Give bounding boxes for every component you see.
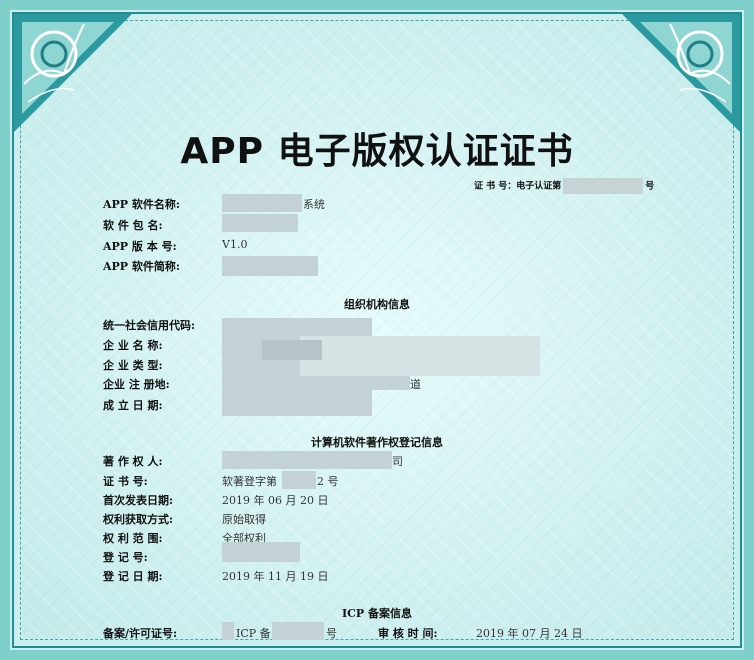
- redacted-block: [282, 471, 316, 489]
- package-name-label: 软 件 包 名:: [103, 219, 163, 232]
- redacted-block: [563, 178, 644, 194]
- registration-no-label: 登 记 号:: [103, 551, 148, 564]
- app-name-label: APP 软件名称:: [103, 198, 180, 211]
- registration-date-label: 登 记 日 期:: [103, 570, 163, 583]
- license-prefix: ICP 备: [236, 627, 271, 640]
- short-name-label: APP 软件简称:: [103, 260, 180, 273]
- review-time-label: 审 核 时 间:: [378, 627, 438, 640]
- corner-ornament-icon: [14, 14, 132, 132]
- corner-ornament-icon: [622, 14, 740, 132]
- rights-scope-label: 权 利 范 围:: [103, 532, 163, 545]
- redacted-block: [262, 340, 322, 360]
- redacted-block: [300, 336, 540, 376]
- version-value: V1.0: [222, 238, 248, 251]
- org-section-heading: 组织机构信息: [344, 298, 410, 311]
- copyright-certno-prefix: 软著登字第: [222, 475, 277, 488]
- founded-date-label: 成 立 日 期:: [103, 399, 163, 412]
- redacted-block: [222, 194, 302, 212]
- redacted-block: [272, 622, 324, 640]
- license-suffix: 号: [326, 627, 337, 640]
- acquire-method-value: 原始取得: [222, 513, 266, 526]
- company-name-label: 企 业 名 称:: [103, 339, 163, 352]
- certificate-title: APP 电子版权认证证书: [180, 131, 574, 172]
- copyright-certno-label: 证 书 号:: [103, 475, 148, 488]
- owner-fragment: 司: [392, 455, 403, 468]
- certificate-number: 证 书 号：电子认证第 号: [474, 178, 654, 194]
- first-publish-value: 2019 年 06 月 20 日: [222, 494, 329, 507]
- company-type-label: 企 业 类 型:: [103, 359, 163, 372]
- cert-number-prefix: 证 书 号：电子认证第: [474, 181, 562, 192]
- registration-date-value: 2019 年 11 月 19 日: [222, 570, 329, 583]
- credit-code-label: 统一社会信用代码:: [103, 319, 196, 332]
- license-no-label: 备案/许可证号:: [103, 627, 178, 640]
- cert-number-suffix: 号: [645, 181, 655, 192]
- redacted-block: [222, 622, 234, 640]
- copyright-section-heading: 计算机软件著作权登记信息: [311, 436, 443, 449]
- certificate: APP 电子版权认证证书 证 书 号：电子认证第号 APP 软件名称: 系统 软…: [0, 0, 754, 660]
- redacted-block: [300, 376, 410, 390]
- review-time-value: 2019 年 07 月 24 日: [476, 627, 583, 640]
- address-fragment: 道: [410, 378, 421, 391]
- first-publish-label: 首次发表日期:: [103, 494, 174, 507]
- acquire-method-label: 权利获取方式:: [103, 513, 174, 526]
- redacted-block: [222, 451, 392, 469]
- owner-label: 著 作 权 人:: [103, 455, 163, 468]
- redacted-block: [222, 214, 298, 232]
- app-name-value: 系统: [303, 198, 325, 211]
- icp-section-heading: ICP 备案信息: [341, 607, 412, 620]
- company-address-label: 企业 注 册地:: [103, 378, 170, 391]
- redacted-block: [222, 256, 318, 276]
- version-label: APP 版 本 号:: [103, 240, 177, 253]
- redacted-block: [222, 542, 300, 562]
- copyright-certno-suffix: 2 号: [317, 475, 339, 488]
